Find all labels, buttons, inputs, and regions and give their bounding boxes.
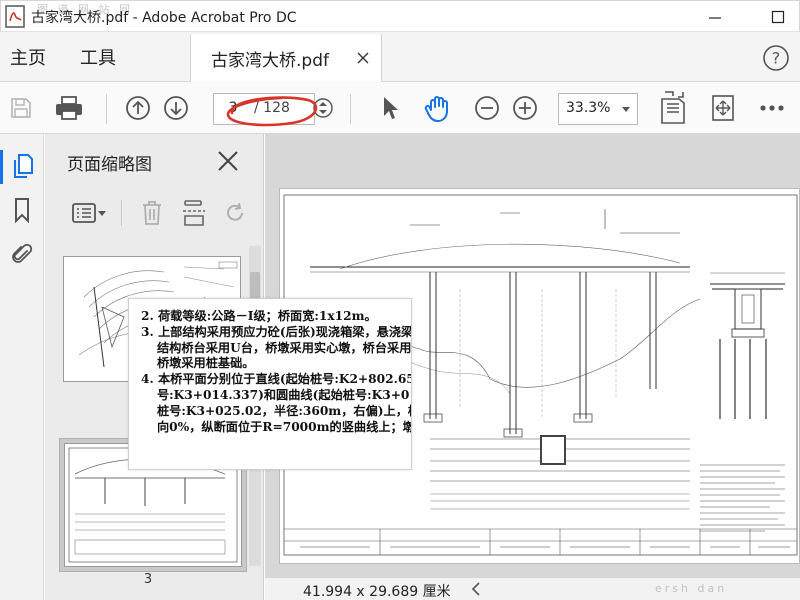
note-line: 4. 本桥平面分别位于直线(起始桩号:K2+802.655，终止桩 — [141, 372, 411, 387]
more-horizontal-icon — [760, 105, 784, 111]
chevron-down-icon — [622, 107, 630, 112]
full-screen-icon — [712, 95, 734, 121]
arrow-down-circle-icon — [164, 96, 188, 120]
menu-tools[interactable]: 工具 — [80, 44, 116, 70]
title-bar: 图 道 网 站 网 古家湾大桥.pdf - Adobe Acrobat Pro … — [0, 0, 800, 32]
panel-divider — [121, 200, 122, 226]
zoom-out-button[interactable] — [472, 92, 502, 124]
fit-page-button[interactable] — [656, 88, 690, 128]
hand-tool-button[interactable] — [420, 90, 456, 126]
cursor-arrow-icon — [384, 97, 398, 119]
acrobat-logo-icon — [5, 5, 25, 28]
panel-toolbar — [45, 188, 264, 238]
rotate-page-button[interactable] — [221, 198, 251, 228]
tab-close-button[interactable] — [353, 48, 373, 68]
thumbnail-options-button[interactable] — [69, 198, 109, 228]
note-line: 2. 荷载等级:公路－Ⅰ级；桥面宽:1x12m。 — [141, 309, 377, 323]
select-tool-button[interactable] — [376, 92, 404, 124]
maximize-icon — [771, 10, 785, 24]
help-icon[interactable]: ? — [762, 44, 790, 72]
zoomed-notes-callout: 2. 荷载等级:公路－Ⅰ级；桥面宽:1x12m。 3. 上部结构采用预应力砼(后… — [128, 298, 412, 470]
document-tab[interactable]: 古家湾大桥.pdf — [190, 34, 382, 82]
status-bar: 41.994 x 29.689 厘米 ersh dan — [265, 577, 800, 600]
hand-icon — [424, 96, 448, 122]
close-icon — [357, 52, 369, 64]
note-line: 向0%，纵断面位于R=7000m的竖曲线上；墩台径向布置。 — [157, 419, 411, 434]
toolbar-divider — [350, 94, 351, 124]
arrow-up-circle-icon — [126, 96, 150, 120]
print-button[interactable] — [50, 90, 88, 126]
full-screen-button[interactable] — [706, 90, 740, 126]
chevron-left-icon[interactable] — [469, 581, 483, 597]
watermark-text: ersh dan — [655, 582, 728, 595]
extract-page-button[interactable] — [179, 198, 209, 228]
insert-page-icon — [183, 200, 205, 226]
zoom-in-icon — [513, 96, 537, 120]
active-indicator — [0, 150, 3, 184]
printer-icon — [56, 96, 82, 120]
minimize-button[interactable] — [701, 5, 729, 29]
document-tab-label: 古家湾大桥.pdf — [211, 51, 329, 71]
toolbar: 3 / 128 33.3% — [0, 82, 800, 134]
window-title: 古家湾大桥.pdf - Adobe Acrobat Pro DC — [31, 10, 297, 26]
annotation-ellipse — [226, 96, 318, 127]
maximize-button[interactable] — [764, 5, 792, 29]
note-line: 桩号:K3+025.02，半径:360m，右偏)上，桥面横坡为单 — [157, 403, 411, 418]
close-icon[interactable] — [215, 148, 241, 174]
bookmark-icon — [15, 198, 29, 223]
previous-page-button[interactable] — [122, 92, 154, 124]
navigation-rail — [0, 134, 44, 600]
note-line: 号:K3+014.337)和圆曲线(起始桩号:K3+014.337，终止 — [157, 387, 411, 402]
paperclip-icon — [12, 243, 33, 263]
page-size-readout: 41.994 x 29.689 厘米 — [303, 584, 451, 600]
svg-text:?: ? — [772, 49, 781, 68]
toolbar-divider — [106, 94, 107, 124]
options-menu-icon — [72, 203, 106, 223]
menu-home[interactable]: 主页 — [10, 44, 46, 70]
zoom-out-icon — [475, 96, 499, 120]
zoom-in-button[interactable] — [510, 92, 540, 124]
next-page-button[interactable] — [160, 92, 192, 124]
zoom-value: 33.3% — [566, 100, 611, 116]
bookmarks-button[interactable] — [6, 194, 38, 226]
save-button[interactable] — [6, 92, 36, 124]
rotate-icon — [227, 202, 243, 221]
note-line: 桥墩采用桩基础。 — [157, 356, 255, 371]
save-icon — [11, 98, 31, 118]
more-tools-button[interactable] — [756, 96, 788, 120]
zoom-select[interactable]: 33.3% — [558, 93, 638, 125]
fit-page-icon — [661, 91, 685, 124]
thumbnail-page-number: 3 — [143, 572, 153, 587]
trash-icon — [143, 201, 161, 225]
attachments-button[interactable] — [6, 238, 38, 270]
page-thumbnails-icon — [14, 154, 33, 178]
page-thumbnails-button[interactable] — [6, 150, 38, 182]
minimize-icon — [709, 17, 721, 19]
note-line: 3. 上部结构采用预应力砼(后张)现浇箱梁，悬浇梁，下部 — [141, 324, 411, 339]
delete-page-button[interactable] — [137, 198, 167, 228]
panel-title: 页面缩略图 — [67, 155, 152, 175]
note-line: 结构桥台采用U台，桥墩采用实心墩，桥台采用扩大基础 — [157, 340, 412, 355]
menu-row — [0, 32, 800, 82]
